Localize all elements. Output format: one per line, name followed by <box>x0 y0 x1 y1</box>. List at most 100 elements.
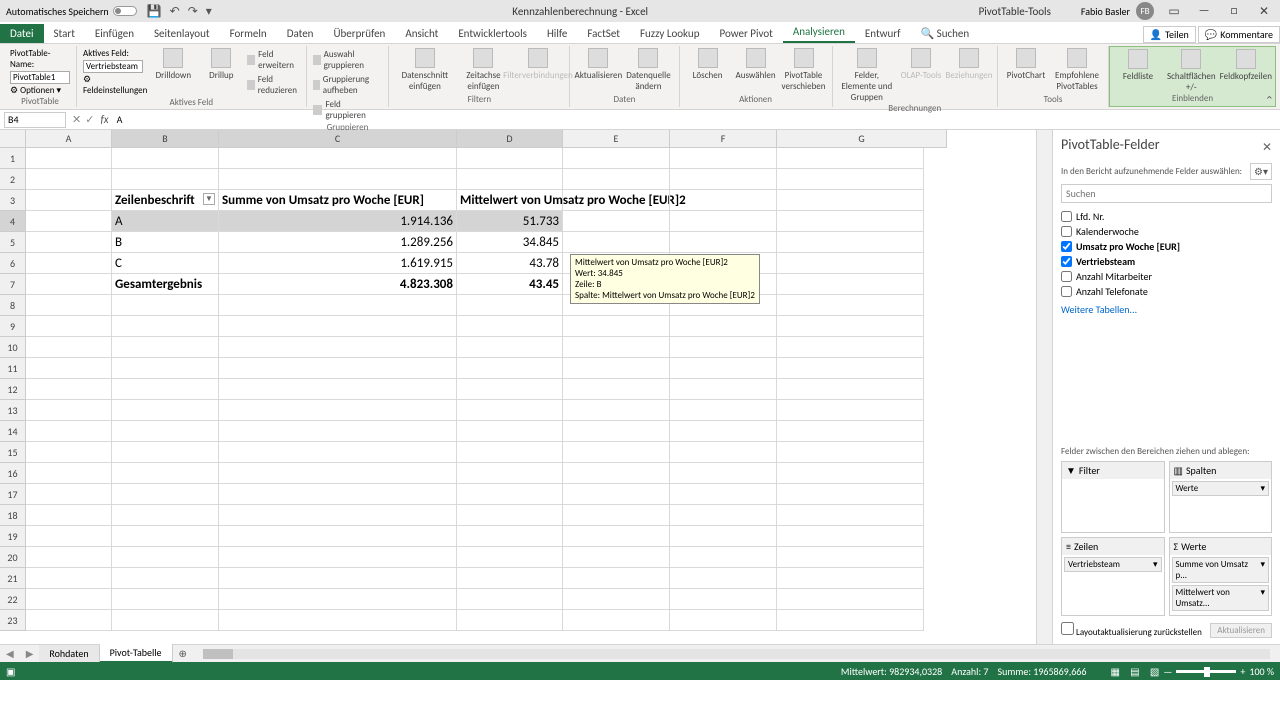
ungroup-button[interactable]: Gruppierung aufheben <box>313 73 383 97</box>
tab-factset[interactable]: FactSet <box>577 24 630 43</box>
row-header[interactable]: 16 <box>0 463 26 484</box>
cell[interactable]: Mittelwert von Umsatz pro Woche [EUR]2 <box>457 190 563 211</box>
cell[interactable] <box>457 463 563 484</box>
row-header[interactable]: 2 <box>0 169 26 190</box>
tab-entwurf[interactable]: Entwurf <box>855 24 911 43</box>
cell[interactable] <box>219 568 457 589</box>
cell[interactable] <box>26 148 112 169</box>
row-header[interactable]: 13 <box>0 400 26 421</box>
cell[interactable] <box>777 400 924 421</box>
cell[interactable] <box>457 295 563 316</box>
row-header[interactable]: 17 <box>0 484 26 505</box>
sheet-tab[interactable]: Pivot-Tabelle <box>100 644 173 663</box>
row-header[interactable]: 21 <box>0 568 26 589</box>
zoom-out-icon[interactable]: — <box>1163 665 1172 678</box>
cell[interactable] <box>26 589 112 610</box>
row-header[interactable]: 6 <box>0 253 26 274</box>
comments-button[interactable]: 💬 Kommentare <box>1198 26 1280 43</box>
cell[interactable] <box>219 337 457 358</box>
tab-analysieren[interactable]: Analysieren <box>783 22 855 43</box>
cell[interactable] <box>670 463 777 484</box>
cell[interactable]: 1.914.136 <box>219 211 457 232</box>
collapse-ribbon-icon[interactable]: ⌃ <box>1265 94 1274 107</box>
cell[interactable] <box>219 379 457 400</box>
cell[interactable]: 43.45 <box>457 274 563 295</box>
tab-fuzzy[interactable]: Fuzzy Lookup <box>630 24 710 43</box>
cell[interactable] <box>112 547 219 568</box>
field-item[interactable]: Anzahl Telefonate <box>1061 284 1272 299</box>
cell[interactable] <box>26 190 112 211</box>
fieldheaders-button[interactable]: Feldkopfzeilen <box>1223 49 1269 82</box>
cell[interactable] <box>670 421 777 442</box>
cell[interactable] <box>457 505 563 526</box>
relationships-button[interactable]: Beziehungen <box>947 48 991 81</box>
cell[interactable] <box>26 295 112 316</box>
cell[interactable] <box>563 211 670 232</box>
cell[interactable] <box>563 379 670 400</box>
cell[interactable] <box>112 379 219 400</box>
tab-daten[interactable]: Daten <box>277 24 324 43</box>
cell[interactable] <box>563 337 670 358</box>
cell[interactable] <box>112 463 219 484</box>
cell[interactable] <box>670 442 777 463</box>
cell[interactable] <box>26 568 112 589</box>
cell[interactable] <box>219 400 457 421</box>
cell[interactable] <box>26 169 112 190</box>
rows-area[interactable]: ≡ Zeilen Vertriebsteam▾ <box>1061 537 1165 616</box>
tab-hilfe[interactable]: Hilfe <box>537 24 577 43</box>
sheet-nav-prev-icon[interactable]: ◀ <box>0 647 20 660</box>
cell[interactable] <box>219 442 457 463</box>
active-field-input[interactable] <box>83 60 143 73</box>
cell[interactable] <box>26 232 112 253</box>
col-header-g[interactable]: G <box>777 130 947 148</box>
col-header-f[interactable]: F <box>670 130 777 148</box>
refresh-button[interactable]: Aktualisieren <box>576 48 620 81</box>
zoom-level[interactable]: 100 % <box>1249 665 1274 678</box>
cell[interactable] <box>670 400 777 421</box>
cell[interactable] <box>26 253 112 274</box>
sheet-nav-next-icon[interactable]: ▶ <box>20 647 40 660</box>
cell[interactable] <box>457 358 563 379</box>
field-item[interactable]: Kalenderwoche <box>1061 224 1272 239</box>
cell[interactable] <box>219 463 457 484</box>
cell[interactable] <box>219 484 457 505</box>
ribbon-options-icon[interactable]: ▭ <box>1164 4 1184 19</box>
tab-entwicklertools[interactable]: Entwicklertools <box>448 24 537 43</box>
row-header[interactable]: 12 <box>0 379 26 400</box>
undo-icon[interactable]: ↶ <box>170 4 180 19</box>
save-icon[interactable]: 💾 <box>147 4 162 19</box>
cell[interactable] <box>670 505 777 526</box>
cell[interactable] <box>112 526 219 547</box>
cell[interactable] <box>670 169 777 190</box>
cell[interactable] <box>219 547 457 568</box>
cell[interactable] <box>777 232 924 253</box>
autosave-toggle[interactable]: Automatisches Speichern <box>6 5 137 18</box>
cell[interactable] <box>563 442 670 463</box>
name-box[interactable] <box>4 112 66 128</box>
tab-seitenlayout[interactable]: Seitenlayout <box>144 24 220 43</box>
reduce-field-button[interactable]: Feld reduzieren <box>247 73 299 97</box>
cell[interactable]: 43.78 <box>457 253 563 274</box>
cell[interactable] <box>670 358 777 379</box>
cell[interactable] <box>777 148 924 169</box>
cell[interactable] <box>26 526 112 547</box>
cell[interactable] <box>112 421 219 442</box>
cell[interactable] <box>670 526 777 547</box>
cell[interactable]: A <box>112 211 219 232</box>
cell[interactable] <box>670 148 777 169</box>
cell[interactable]: Summe von Umsatz pro Woche [EUR] <box>219 190 457 211</box>
horizontal-scrollbar[interactable] <box>203 649 1270 659</box>
row-header[interactable]: 20 <box>0 547 26 568</box>
filter-area[interactable]: ▼ Filter <box>1061 461 1165 533</box>
cell[interactable] <box>563 568 670 589</box>
cell[interactable] <box>777 589 924 610</box>
cell[interactable] <box>219 589 457 610</box>
formula-content[interactable]: A <box>113 113 1280 126</box>
row-header[interactable]: 18 <box>0 505 26 526</box>
cell[interactable] <box>563 358 670 379</box>
cell[interactable] <box>112 358 219 379</box>
cancel-formula-icon[interactable]: ✕ <box>72 113 81 126</box>
share-button[interactable]: 👤 Teilen <box>1143 26 1196 43</box>
col-header-c[interactable]: C <box>219 130 457 148</box>
row-header[interactable]: 3 <box>0 190 26 211</box>
